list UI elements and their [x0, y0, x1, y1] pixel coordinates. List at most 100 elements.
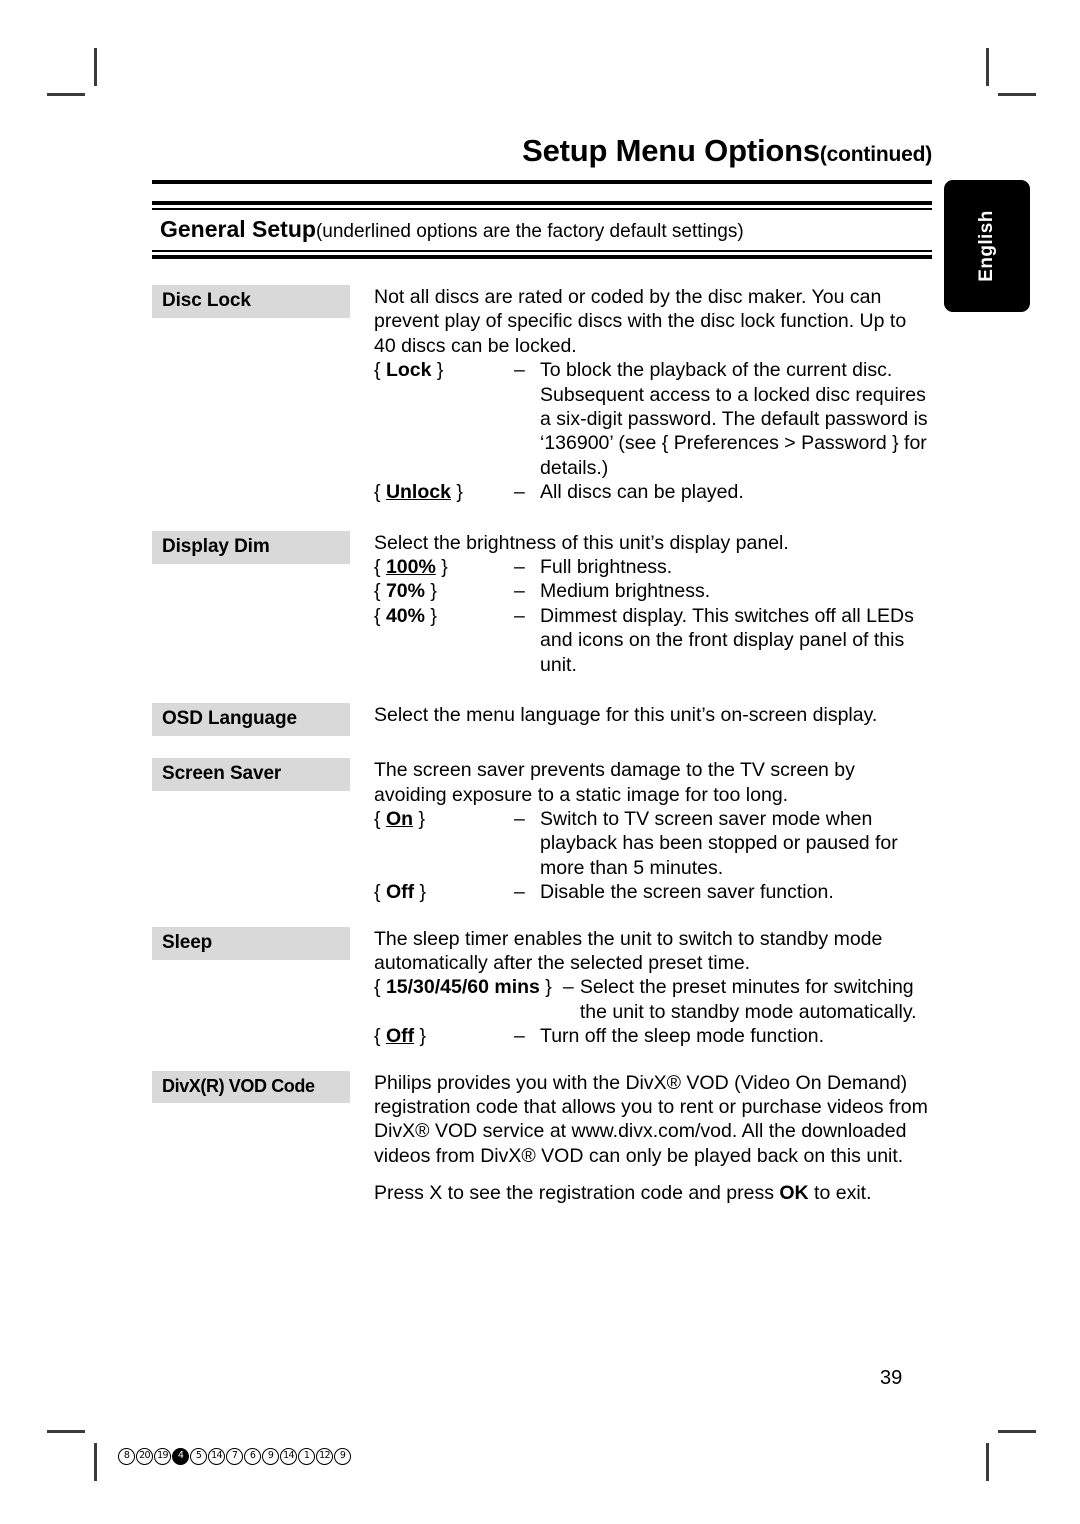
option-dash: –: [514, 1025, 525, 1048]
brace-open: {: [374, 580, 386, 603]
footer-code-dot: 6: [244, 1448, 261, 1465]
brace-close: }: [539, 976, 552, 999]
option-dash: –: [562, 976, 574, 999]
description-osd-language: Select the menu language for this unit’s…: [350, 703, 932, 727]
brace-open: {: [374, 556, 386, 579]
option-row-off: { Off } – Disable the screen saver funct…: [374, 880, 932, 904]
brace-close: }: [414, 881, 427, 904]
description-sleep: The sleep timer enables the unit to swit…: [350, 927, 932, 1049]
footer-code-dot: 5: [190, 1448, 207, 1465]
brace-open: {: [374, 481, 386, 504]
intro-text: The screen saver prevents damage to the …: [374, 759, 855, 806]
option-value: Unlock: [385, 481, 451, 504]
entry-screen-saver: Screen Saver The screen saver prevents d…: [152, 758, 932, 904]
page-title-continued: (continued): [819, 143, 932, 166]
crop-mark-top-left-vertical: [94, 48, 97, 86]
option-value: 40%: [385, 604, 425, 627]
option-row-lock: { Lock } – To block the playback of the …: [374, 358, 932, 480]
footer-code-dot: 9: [334, 1448, 351, 1465]
intro-text: Not all discs are rated or coded by the …: [374, 286, 907, 357]
footer-code-dot: 8: [118, 1448, 135, 1465]
option-key-preset-minutes: { 15/30/45/60 mins }: [374, 975, 563, 999]
crop-mark-bottom-right-vertical: [986, 1443, 989, 1481]
option-key-on: { On }: [374, 807, 514, 831]
crop-mark-top-left-horizontal: [47, 93, 85, 96]
intro-text: Select the menu language for this unit’s…: [374, 704, 878, 727]
option-key-unlock: { Unlock }: [374, 480, 514, 504]
page-content: Setup Menu Options(continued) General Se…: [152, 0, 932, 1206]
option-row-sleep-off: { Off } – Turn off the sleep mode functi…: [374, 1024, 932, 1048]
section-note: (underlined options are the factory defa…: [315, 221, 744, 242]
option-description: Medium brightness.: [540, 580, 711, 603]
option-description: All discs can be played.: [540, 481, 744, 504]
option-description: Turn off the sleep mode function.: [540, 1025, 825, 1048]
option-value: Off: [385, 1025, 415, 1048]
entry-disc-lock: Disc Lock Not all discs are rated or cod…: [152, 285, 932, 505]
brace-open: {: [374, 1025, 386, 1048]
footer-code-dot: 4: [172, 1448, 189, 1465]
option-row-100: { 100% } – Full brightness.: [374, 555, 932, 579]
section-header: General Setup(underlined options are the…: [152, 210, 932, 250]
option-row-preset-minutes: { 15/30/45/60 mins } – Select the preset…: [374, 975, 932, 1024]
option-description: Disable the screen saver function.: [540, 881, 834, 904]
term-label-osd-language: OSD Language: [152, 703, 350, 737]
brace-close: }: [424, 580, 437, 603]
language-tab-english: English: [944, 180, 1030, 312]
note-text-after: to exit.: [808, 1182, 872, 1205]
page-title: Setup Menu Options(continued): [152, 0, 932, 169]
footer-code-strip: 8 20 19 4 5 14 7 6 9 14 1 12 9: [118, 1448, 351, 1465]
option-key-100: { 100% }: [374, 555, 514, 579]
option-value: On: [385, 807, 414, 830]
option-dash: –: [514, 807, 525, 830]
option-description: To block the playback of the current dis…: [540, 359, 928, 479]
crop-mark-top-right-horizontal: [998, 93, 1036, 96]
option-value: 100%: [385, 556, 436, 579]
crop-mark-top-right-vertical: [986, 48, 989, 86]
brace-open: {: [374, 359, 386, 382]
term-label-screen-saver: Screen Saver: [152, 758, 350, 792]
footer-code-dot: 1: [298, 1448, 315, 1465]
crop-mark-bottom-left-vertical: [94, 1443, 97, 1481]
option-dash: –: [514, 604, 525, 627]
footer-code-dot: 12: [316, 1448, 333, 1465]
brace-close: }: [435, 556, 448, 579]
intro-text: Select the brightness of this unit’s dis…: [374, 531, 789, 554]
page-number: 39: [880, 1367, 903, 1389]
option-value: Off: [385, 881, 415, 904]
option-description: Full brightness.: [540, 556, 673, 579]
footer-code-dot: 9: [262, 1448, 279, 1465]
option-row-40: { 40% } – Dimmest display. This switches…: [374, 604, 932, 677]
note-text-before: Press X to see the registration code and…: [374, 1182, 780, 1205]
footer-code-dot: 19: [154, 1448, 171, 1465]
option-dash: –: [514, 881, 525, 904]
description-screen-saver: The screen saver prevents damage to the …: [350, 758, 932, 904]
crop-mark-bottom-left-horizontal: [47, 1430, 85, 1433]
entry-divx-vod-code: DivX(R) VOD Code Philips provides you wi…: [152, 1070, 932, 1206]
option-key-off: { Off }: [374, 880, 514, 904]
brace-open: {: [374, 976, 386, 999]
brace-close: }: [414, 1025, 427, 1048]
option-value: Lock: [385, 359, 432, 382]
entry-sleep: Sleep The sleep timer enables the unit t…: [152, 926, 932, 1049]
divx-registration-note: Press X to see the registration code and…: [374, 1181, 932, 1205]
footer-code-dot: 14: [280, 1448, 297, 1465]
option-dash: –: [514, 556, 525, 579]
brace-close: }: [450, 481, 463, 504]
brace-close: }: [431, 359, 444, 382]
term-label-display-dim: Display Dim: [152, 530, 350, 564]
entry-osd-language: OSD Language Select the menu language fo…: [152, 703, 932, 737]
option-value: 70%: [385, 580, 425, 603]
brace-open: {: [374, 807, 386, 830]
brace-close: }: [413, 807, 425, 830]
option-key-sleep-off: { Off }: [374, 1024, 514, 1048]
term-label-divx-vod-code: DivX(R) VOD Code: [152, 1070, 350, 1103]
option-description: Switch to TV screen saver mode when play…: [540, 807, 898, 879]
intro-text: The sleep timer enables the unit to swit…: [374, 927, 883, 974]
footer-code-dot: 20: [136, 1448, 153, 1465]
page-title-text: Setup Menu Options: [522, 133, 820, 168]
entry-display-dim: Display Dim Select the brightness of thi…: [152, 530, 932, 677]
brace-close: }: [424, 604, 437, 627]
footer-code-dot: 7: [226, 1448, 243, 1465]
option-value: 15/30/45/60 mins: [385, 976, 540, 999]
option-key-lock: { Lock }: [374, 358, 514, 382]
